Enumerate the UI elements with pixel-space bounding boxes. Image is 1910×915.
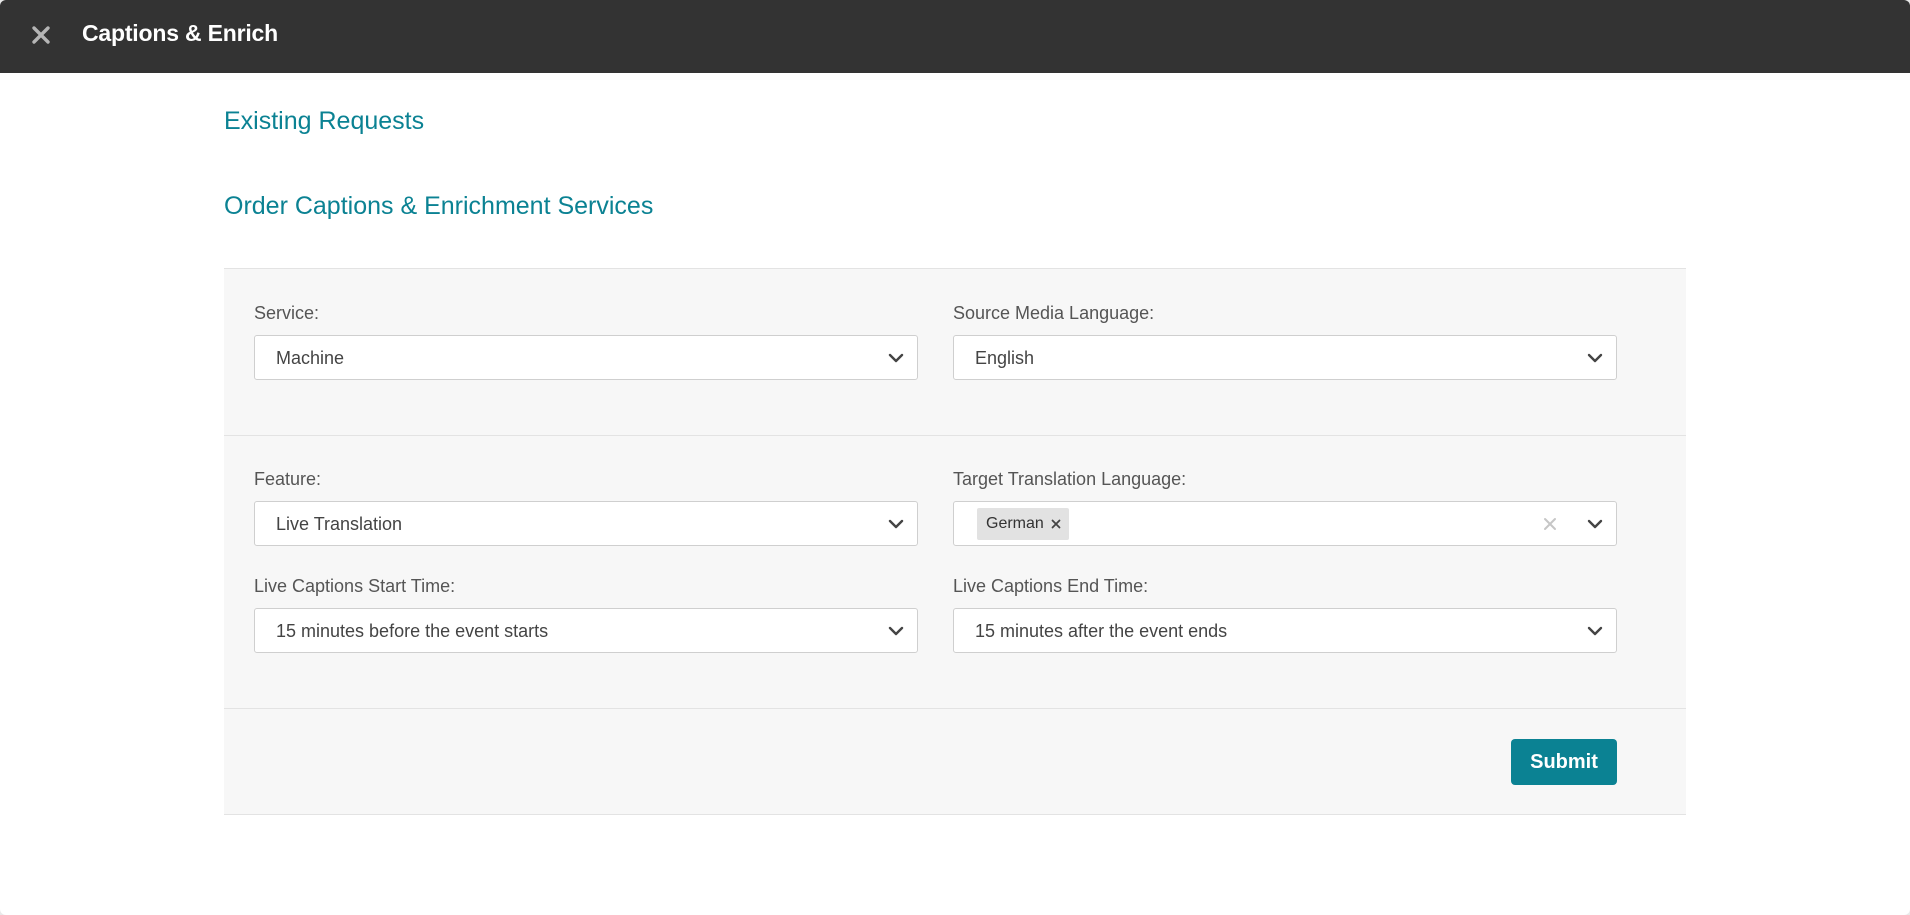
source-language-select[interactable]: English — [953, 335, 1617, 380]
captions-enrich-window: Captions & Enrich Existing Requests Orde… — [0, 0, 1910, 915]
chevron-down-icon — [1587, 353, 1603, 363]
window-title: Captions & Enrich — [82, 20, 278, 46]
feature-select[interactable]: Live Translation — [254, 501, 918, 546]
section-divider — [224, 435, 1686, 436]
selected-language-tag: German — [977, 508, 1069, 540]
clear-icon[interactable] — [1542, 516, 1558, 532]
close-icon — [32, 26, 50, 44]
chevron-down-icon — [1587, 626, 1603, 636]
tag-label: German — [986, 515, 1044, 532]
end-time-select-value: 15 minutes after the event ends — [975, 621, 1228, 641]
source-language-select-value: English — [975, 348, 1035, 368]
feature-label: Feature: — [254, 469, 322, 489]
chevron-down-icon — [888, 519, 904, 529]
start-time-select-value: 15 minutes before the event starts — [276, 621, 549, 641]
start-time-select[interactable]: 15 minutes before the event starts — [254, 608, 918, 653]
target-language-multiselect[interactable]: German — [953, 501, 1617, 546]
title-bar: Captions & Enrich — [0, 0, 1910, 73]
close-button[interactable] — [26, 20, 56, 50]
tag-remove-icon[interactable] — [1049, 517, 1063, 531]
start-time-label: Live Captions Start Time: — [254, 576, 456, 596]
feature-select-value: Live Translation — [276, 514, 403, 534]
service-select[interactable]: Machine — [254, 335, 918, 380]
end-time-label: Live Captions End Time: — [953, 576, 1149, 596]
submit-button[interactable]: Submit — [1511, 739, 1617, 785]
end-time-select[interactable]: 15 minutes after the event ends — [953, 608, 1617, 653]
chevron-down-icon — [888, 353, 904, 363]
chevron-down-icon — [888, 626, 904, 636]
source-language-label: Source Media Language: — [953, 303, 1155, 323]
target-language-label: Target Translation Language: — [953, 469, 1187, 489]
order-services-heading: Order Captions & Enrichment Services — [224, 192, 654, 220]
service-select-value: Machine — [276, 348, 345, 368]
existing-requests-link[interactable]: Existing Requests — [224, 107, 424, 136]
order-form-panel: Service: Machine Source Media Language: … — [224, 268, 1686, 815]
service-label: Service: — [254, 303, 320, 323]
chevron-down-icon — [1587, 519, 1603, 529]
section-divider — [224, 708, 1686, 709]
